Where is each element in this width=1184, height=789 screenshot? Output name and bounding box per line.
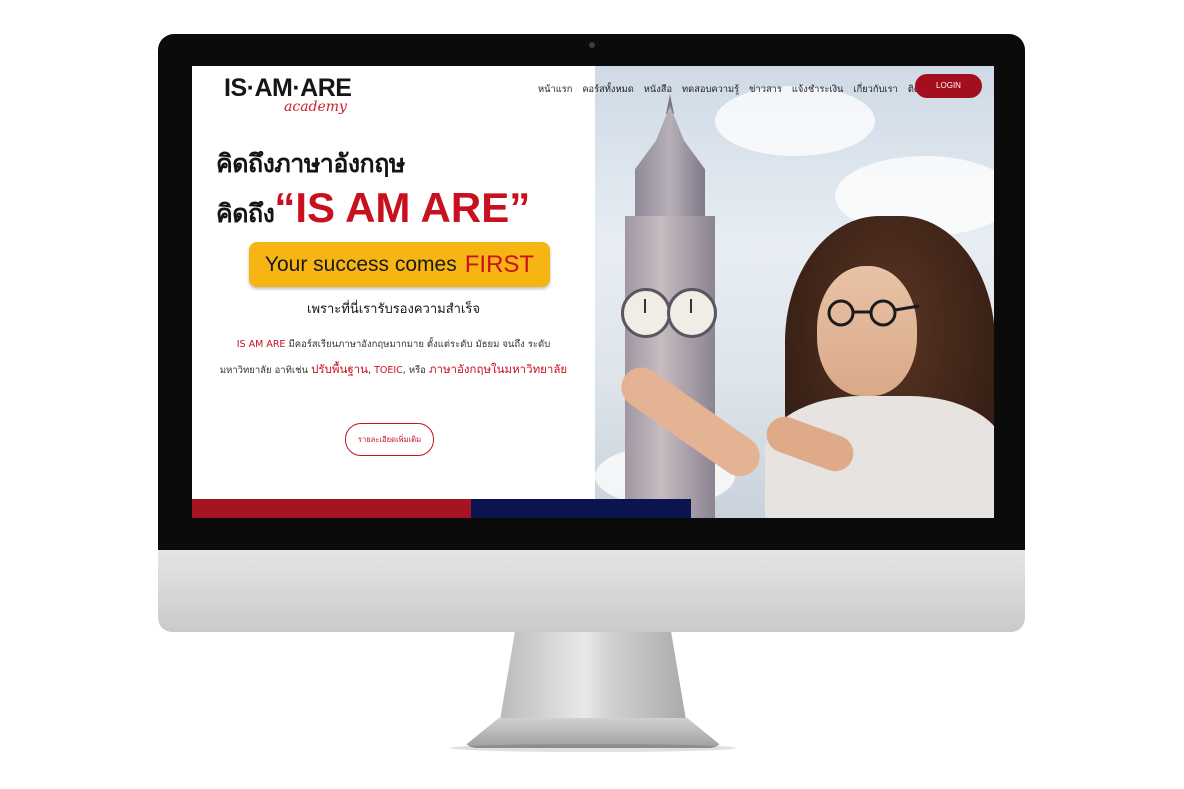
slogan-banner: Your success comes FIRST: [249, 242, 550, 287]
description-text: มีคอร์สเรียนภาษาอังกฤษมากมาย ตั้งแต่ระดั…: [288, 339, 551, 350]
slogan-text: Your success comes: [264, 252, 457, 276]
site-logo[interactable]: IS·AM·ARE academy: [224, 74, 364, 120]
login-button[interactable]: LOGIN: [915, 74, 982, 98]
nav-item-test[interactable]: ทดสอบความรู้: [677, 82, 744, 97]
description-brand: IS AM ARE: [236, 339, 286, 350]
logo-subtitle: academy: [284, 99, 347, 115]
slogan-highlight: FIRST: [464, 250, 535, 278]
course-highlight-toeic: TOEIC: [374, 365, 403, 376]
nav-item-home[interactable]: หน้าแรก: [533, 82, 577, 97]
glasses-icon: [827, 299, 920, 327]
more-details-button[interactable]: รายละเอียดเพิ่มเติม: [345, 423, 434, 456]
description-text-start: มหาวิทยาลัย อาทิเช่น: [219, 365, 309, 376]
monitor-chin: [158, 550, 1025, 632]
description-line2: มหาวิทยาลัย อาทิเช่น ปรับพื้นฐาน, TOEIC,…: [192, 361, 595, 379]
hero-brand-name: “IS AM ARE”: [274, 184, 531, 231]
clock-face-icon: [667, 288, 717, 338]
clock-face-icon: [621, 288, 671, 338]
course-highlight-university: ภาษาอังกฤษในมหาวิทยาลัย: [428, 362, 568, 376]
camera-dot: [589, 42, 595, 48]
big-ben-roof: [635, 106, 705, 221]
description-separator: ,: [368, 365, 372, 376]
hero-photo: [595, 66, 994, 518]
nav-item-courses[interactable]: คอร์สทั้งหมด: [577, 82, 638, 97]
monitor-stand: [500, 632, 686, 720]
nav-item-books[interactable]: หนังสือ: [639, 82, 677, 97]
footer-bar-red: [192, 499, 471, 518]
nav-item-news[interactable]: ข่าวสาร: [744, 82, 787, 97]
website-screen: IS·AM·ARE academy หน้าแรก คอร์สทั้งหมด ห…: [192, 66, 994, 518]
main-nav: หน้าแรก คอร์สทั้งหมด หนังสือ ทดสอบความรู…: [533, 82, 950, 97]
description-separator: , หรือ: [402, 365, 426, 376]
footer-bar-navy: [471, 499, 691, 518]
monitor-shadow: [450, 744, 736, 752]
nav-item-payment[interactable]: แจ้งชำระเงิน: [787, 82, 849, 97]
nav-item-about[interactable]: เกี่ยวกับเรา: [848, 82, 902, 97]
guarantee-text: เพราะที่นี่เรารับรองความสำเร็จ: [307, 302, 480, 317]
hero-heading-prefix: คิดถึง: [216, 199, 275, 228]
course-highlight-basic: ปรับพื้นฐาน: [311, 362, 368, 376]
woman-face: [817, 266, 917, 396]
hero-heading-line1: คิดถึงภาษาอังกฤษ: [216, 149, 405, 178]
hero-heading-line2: คิดถึง“IS AM ARE”: [216, 184, 530, 234]
description-line1: IS AM ARE มีคอร์สเรียนภาษาอังกฤษมากมาย ต…: [192, 337, 595, 352]
